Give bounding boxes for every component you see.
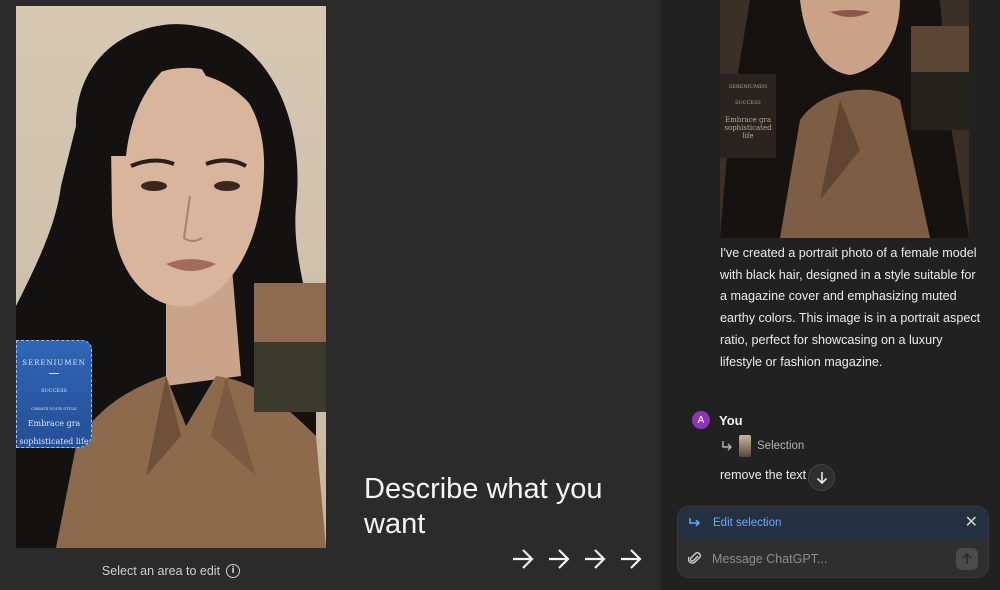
edit-selection-icon [689,518,701,527]
sticker-line-2: SUCCESS [41,388,67,394]
edit-selection-bar: Edit selection ✕ [678,507,988,539]
user-message-header: A You [692,411,743,429]
describe-prompt-text: Describe what you want [364,473,603,540]
info-icon[interactable]: i [226,564,241,578]
sticker-line-4: Embrace gra [27,419,81,428]
user-message-text: remove the text l k [720,468,823,482]
arrow-down-icon [816,471,827,484]
thumbnail-sticker-line-4: sophisticated life [724,124,772,140]
sticker-divider [49,373,59,374]
generated-image-thumbnail[interactable]: SERENIUMEN SUCCESS Embrace gra sophistic… [720,0,969,238]
arrow-right-icon [620,546,642,572]
selection-reference[interactable]: Selection [721,435,804,457]
thumbnail-sticker-title: SERENIUMEN [728,84,768,90]
arrow-right-icon [512,546,534,572]
thumbnail-text-block: SERENIUMEN SUCCESS Embrace gra sophistic… [720,74,776,158]
sticker-line-5: sophisticated life [19,437,89,446]
thumbnail-sticker-line-3: Embrace gra [724,116,772,124]
close-icon[interactable]: ✕ [965,515,978,531]
thumbnail-sticker-line-2: SUCCESS [735,100,761,106]
sticker-line-3: CREATE YOUR STYLE [31,406,77,411]
avatar: A [692,411,710,429]
portrait-illustration [16,24,326,548]
edit-selection-label: Edit selection [713,517,782,529]
message-input[interactable] [712,552,946,566]
color-swatch-olive [254,342,326,412]
editable-portrait-image[interactable]: SERENIUMEN SUCCESS CREATE YOUR STYLE Emb… [16,6,326,548]
thumbnail-swatch-dark [911,72,969,130]
scroll-down-button[interactable] [808,464,835,491]
send-button[interactable] [956,548,978,570]
composer-input-row [678,539,988,577]
sticker-title: SERENIUMEN [22,359,86,367]
selection-thumbnail [739,435,751,457]
attach-icon[interactable] [688,551,702,567]
color-swatch-brown [254,283,326,342]
select-area-label: Select an area to edit [101,564,221,578]
arrow-up-icon [962,553,972,564]
user-name: You [719,412,743,428]
selection-label: Selection [757,440,805,452]
selected-text-region[interactable]: SERENIUMEN SUCCESS CREATE YOUR STYLE Emb… [16,340,92,448]
assistant-message: I've created a portrait photo of a femal… [720,246,981,369]
thumbnail-swatch-brown [911,26,969,72]
reply-arrow-icon [722,441,732,451]
arrow-decoration [512,546,642,572]
arrow-right-icon [584,546,606,572]
chat-pane: SERENIUMEN SUCCESS Embrace gra sophistic… [660,0,1000,590]
select-area-hint: Select an area to edit i [16,564,326,578]
arrow-right-icon [548,546,570,572]
image-editor-pane: SERENIUMEN SUCCESS CREATE YOUR STYLE Emb… [0,0,660,590]
message-composer: Edit selection ✕ [677,506,989,578]
